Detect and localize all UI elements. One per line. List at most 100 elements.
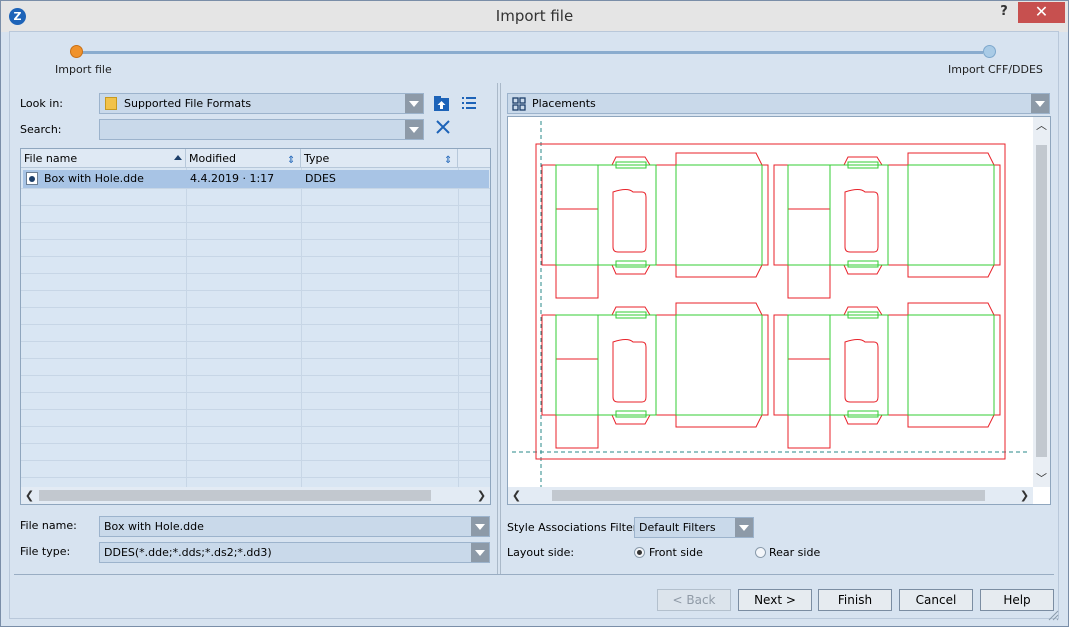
clear-x-icon [436,120,450,134]
row-divider [21,256,490,257]
list-view-icon [462,97,476,109]
back-button[interactable]: < Back [657,589,731,611]
row-divider [21,375,490,376]
sheet-outline [535,143,1006,460]
crease-line [615,410,647,418]
scroll-left-icon[interactable]: ❮ [21,487,38,504]
row-divider [21,307,490,308]
folder-icon [105,97,117,110]
next-button[interactable]: Next > [738,589,812,611]
die-cut-hole [844,189,879,253]
scroll-down-icon[interactable]: ﹀ [1033,470,1050,487]
rear-side-radio[interactable] [755,547,766,558]
layout-side-label: Layout side: [507,546,575,559]
finish-button[interactable]: Finish [818,589,892,611]
column-header-spacer [458,149,490,168]
scrollbar-thumb[interactable] [1036,145,1047,457]
clear-search-button[interactable] [435,119,451,135]
crease-line [555,164,657,266]
file-list[interactable]: File name Modified ⇕ Type ⇕ Box with Hol… [20,148,491,505]
style-filter-label: Style Associations Filter [507,521,638,534]
scrollbar-thumb[interactable] [552,490,985,501]
file-name-input[interactable]: Box with Hole.dde [99,516,490,537]
crease-line [907,314,995,416]
cancel-button[interactable]: Cancel [899,589,973,611]
step-label-import-cff-ddes: Import CFF/DDES [948,63,1043,76]
row-divider [21,290,490,291]
chevron-down-icon [471,543,489,562]
die-cut-outline [773,156,889,299]
file-type-cell: DDES [305,172,336,185]
die-cut-outline [888,302,1001,428]
row-divider [21,443,490,444]
scrollbar-thumb[interactable] [39,490,431,501]
layout-preview[interactable]: ︿ ﹀ ❮ ❯ [507,116,1051,505]
row-divider [21,239,490,240]
die-cut-outline [541,156,657,299]
look-in-label: Look in: [20,97,63,110]
front-side-label[interactable]: Front side [649,546,703,559]
chevron-down-icon [405,120,423,139]
chevron-down-icon [735,518,753,537]
look-in-value: Supported File Formats [124,97,252,110]
resize-grip-icon[interactable] [1047,609,1059,621]
style-filter-dropdown[interactable]: Default Filters [634,517,754,538]
file-name-cell: Box with Hole.dde [44,172,144,185]
front-side-radio[interactable] [634,547,645,558]
scroll-right-icon[interactable]: ❯ [473,487,490,504]
bottom-separator [14,574,1054,575]
crease-line [787,164,889,266]
up-folder-button[interactable] [433,95,451,112]
horizontal-scrollbar[interactable]: ❮ ❯ [21,487,490,504]
column-divider [458,168,459,488]
row-divider [21,409,490,410]
chevron-down-icon [405,94,423,113]
row-divider [21,205,490,206]
window-title: Import file [495,7,574,25]
horizontal-scrollbar[interactable]: ❮ ❯ [508,487,1033,504]
die-cut-hole [612,189,647,253]
panel-splitter[interactable] [497,83,501,575]
column-header-type[interactable]: Type ⇕ [301,149,458,168]
crease-line [847,410,879,418]
close-button[interactable]: ✕ [1018,2,1065,23]
crease-line [615,260,647,268]
die-cut-outline [773,306,889,449]
view-menu-button[interactable] [460,95,478,112]
row-divider [21,358,490,359]
row-divider [21,273,490,274]
crease-line [675,314,763,416]
row-divider [21,392,490,393]
search-label: Search: [20,123,62,136]
placements-dropdown[interactable]: Placements [507,93,1050,114]
help-icon[interactable]: ? [991,4,1017,24]
die-cut-outline [656,152,769,278]
scroll-right-icon[interactable]: ❯ [1016,487,1033,504]
help-button[interactable]: Help [980,589,1054,611]
layout-preview-canvas [512,121,1030,487]
die-cut-hole [612,339,647,403]
file-name-label: File name: [20,519,77,532]
sort-toggle-icon: ⇕ [287,155,296,166]
look-in-dropdown[interactable]: Supported File Formats [99,93,424,114]
column-header-file-name[interactable]: File name [21,149,186,168]
placements-value: Placements [532,97,596,110]
title-bar[interactable]: Z Import file ? ✕ [1,1,1068,32]
grid-icon [512,97,526,111]
column-header-modified[interactable]: Modified ⇕ [186,149,301,168]
die-cut-outline [541,306,657,449]
search-input[interactable] [99,119,424,140]
rear-side-label[interactable]: Rear side [769,546,820,559]
row-divider [21,188,490,189]
crease-line [675,164,763,266]
file-type-dropdown[interactable]: DDES(*.dde;*.dds;*.ds2;*.dd3) [99,542,490,563]
scroll-up-icon[interactable]: ︿ [1033,117,1050,134]
step-current-dot [70,45,83,58]
vertical-scrollbar[interactable]: ︿ ﹀ [1033,117,1050,487]
scroll-left-icon[interactable]: ❮ [508,487,525,504]
file-name-value: Box with Hole.dde [104,520,204,533]
column-divider [301,168,302,488]
row-divider [21,222,490,223]
die-cut-hole [844,339,879,403]
crease-line [787,314,889,416]
